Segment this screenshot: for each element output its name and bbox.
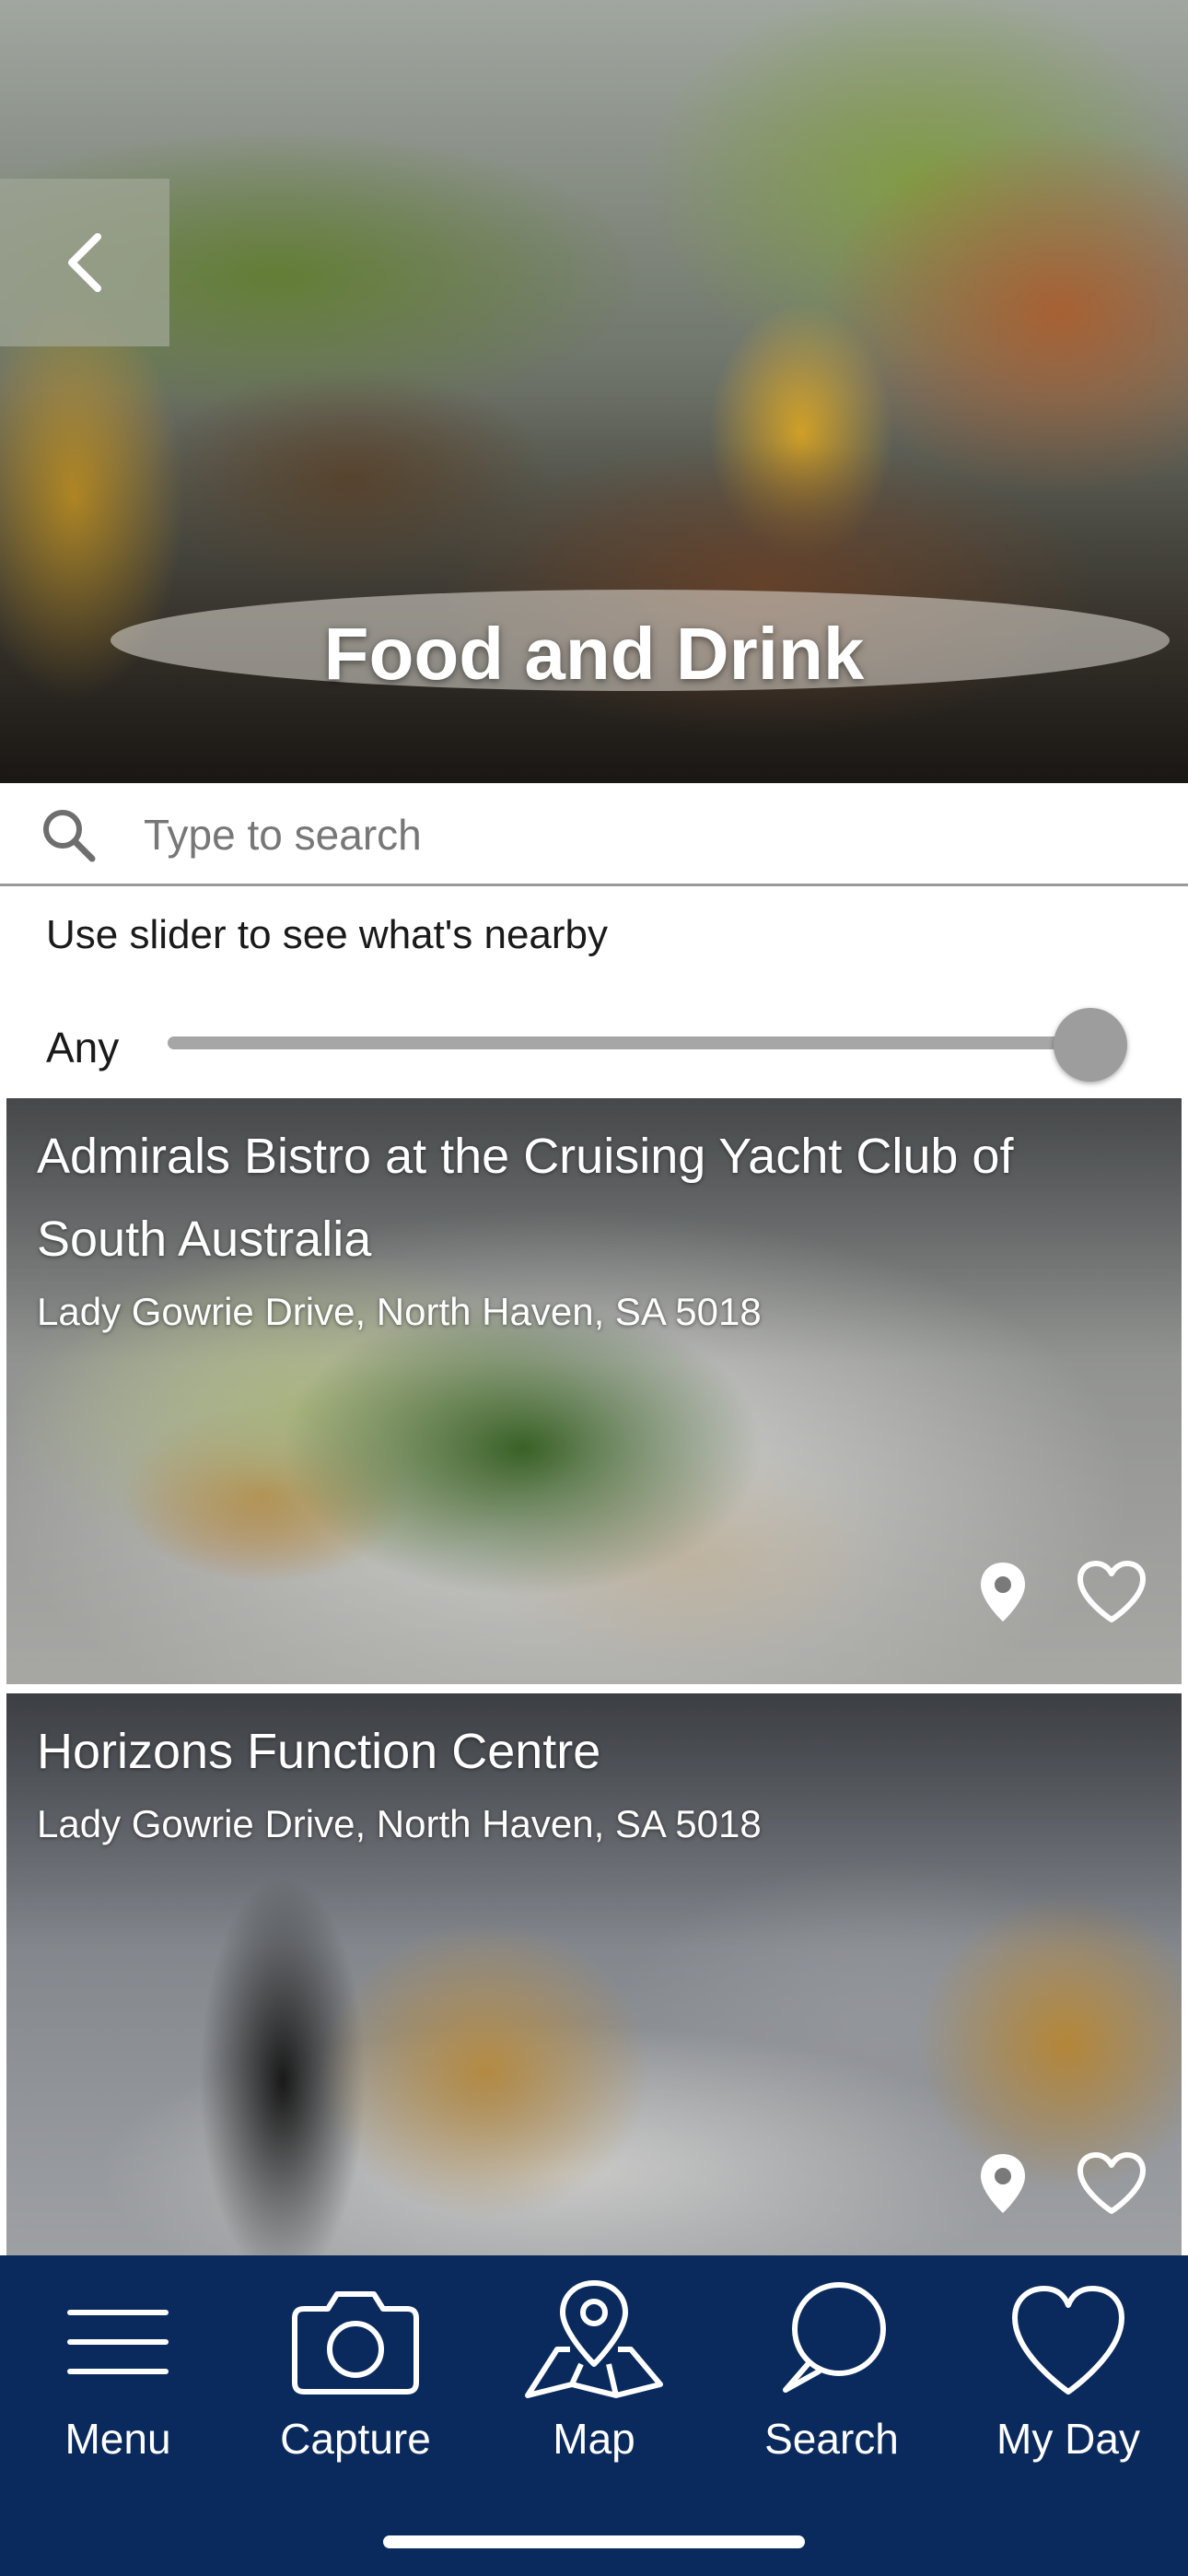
chevron-left-icon — [68, 233, 101, 292]
nav-label: Menu — [64, 2415, 171, 2463]
bottom-nav: Menu Capture Map Search My Day — [0, 2255, 1188, 2576]
nav-label: Map — [553, 2415, 635, 2463]
slider-hint: Use slider to see what's nearby — [46, 912, 609, 957]
menu-icon — [67, 2310, 169, 2374]
nav-label: My Day — [996, 2415, 1140, 2463]
nav-label: Search — [764, 2415, 899, 2463]
search-input[interactable] — [144, 800, 1157, 870]
listing-card[interactable]: Horizons Function Centre Lady Gowrie Dri… — [6, 1693, 1182, 2255]
camera-icon — [292, 2291, 419, 2395]
listing-address: Lady Gowrie Drive, North Haven, SA 5018 — [37, 1802, 762, 1845]
heart-icon[interactable] — [1075, 2150, 1148, 2217]
distance-slider-thumb[interactable] — [1054, 1008, 1127, 1082]
map-pin-icon — [525, 2280, 663, 2398]
listing-address: Lady Gowrie Drive, North Haven, SA 5018 — [37, 1290, 762, 1333]
listing-card[interactable]: Admirals Bistro at the Cruising Yacht Cl… — [6, 1098, 1182, 1684]
slider-label: Any — [46, 1024, 120, 1071]
nav-capture[interactable]: Capture — [254, 2276, 457, 2488]
search-icon — [43, 810, 96, 862]
listing-title: Horizons Function Centre — [37, 1724, 601, 1779]
heart-icon[interactable] — [1075, 1559, 1148, 1625]
nav-label: Capture — [280, 2415, 431, 2463]
hero-banner: Food and Drink — [0, 0, 1188, 783]
heart-icon — [1012, 2286, 1124, 2395]
home-indicator — [383, 2535, 805, 2548]
distance-slider-track[interactable] — [168, 1036, 1098, 1049]
nav-my-day[interactable]: My Day — [967, 2276, 1170, 2488]
location-pin-icon[interactable] — [973, 2150, 1032, 2217]
listing-title: Admirals Bistro at the Cruising Yacht Cl… — [37, 1129, 1014, 1267]
nav-map[interactable]: Map — [493, 2276, 695, 2488]
nav-menu[interactable]: Menu — [17, 2276, 219, 2488]
location-pin-icon[interactable] — [973, 1559, 1032, 1625]
nav-search[interactable]: Search — [730, 2276, 933, 2488]
search-bubble-icon — [783, 2282, 886, 2393]
search-bar — [0, 783, 1188, 886]
back-button[interactable] — [0, 179, 169, 346]
page-title: Food and Drink — [323, 613, 865, 695]
